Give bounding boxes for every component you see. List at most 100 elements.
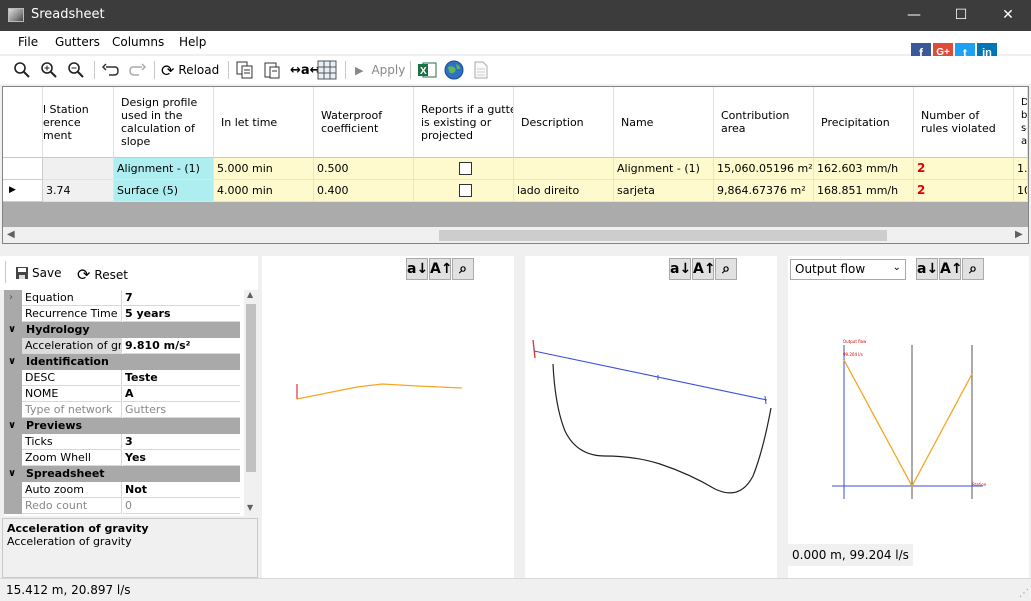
column-header-station[interactable]: l Station erence ment	[43, 87, 114, 158]
apply-button: ▶ Apply	[355, 63, 406, 77]
cell-name[interactable]: Alignment - (1)	[614, 158, 714, 180]
row-header-current[interactable]: ▶	[3, 180, 43, 202]
swap-columns-icon[interactable]: ↔a↔	[290, 59, 321, 81]
cell-inlet[interactable]: 5.000 min	[214, 158, 314, 180]
zoom-out-icon[interactable]	[67, 59, 85, 81]
column-header-waterproof[interactable]: Waterproof coefficient	[314, 87, 414, 158]
document-icon[interactable]	[473, 59, 489, 81]
column-header-contribution-area[interactable]: Contribution area	[714, 87, 814, 158]
resize-grip-icon[interactable]: ⋰	[1019, 588, 1029, 599]
cell-area[interactable]: 9,864.67376 m²	[714, 180, 814, 202]
category-spreadsheet[interactable]: ∨ Spreadsheet	[4, 466, 240, 482]
category-previews[interactable]: ∨ Previews	[4, 418, 240, 434]
scroll-left-icon[interactable]: ◀	[7, 229, 15, 240]
cell-coefficient[interactable]: 0.500	[314, 158, 414, 180]
table-row[interactable]: ▶ 3.74 Surface (5) 4.000 min 0.400 lado …	[3, 180, 1028, 202]
cell-existing[interactable]	[414, 158, 514, 180]
help-text: Acceleration of gravity	[7, 535, 132, 548]
property-row-desc[interactable]: DESC Teste	[4, 370, 240, 386]
property-row-recurrence[interactable]: Recurrence Time 5 years	[4, 306, 240, 322]
copy-icon[interactable]	[236, 59, 254, 81]
close-button[interactable]: ✕	[985, 0, 1031, 31]
menu-bar: File Gutters Columns Help	[0, 31, 1031, 54]
minimize-button[interactable]: —	[891, 0, 937, 31]
cell-area[interactable]: 15,060.05196 m²	[714, 158, 814, 180]
undo-icon[interactable]	[101, 59, 119, 81]
cell-extra[interactable]: 10	[1014, 180, 1028, 202]
column-header-rules-violated[interactable]: Number of rules violated	[914, 87, 1014, 158]
property-row-equation[interactable]: › Equation 7	[4, 290, 240, 306]
cell-existing[interactable]	[414, 180, 514, 202]
scrollbar-thumb[interactable]	[439, 230, 887, 241]
column-header-extra[interactable]: D be se ar	[1014, 87, 1028, 158]
column-header-design-profile[interactable]: Design profile used in the calculation o…	[114, 87, 214, 158]
paste-icon[interactable]	[263, 59, 281, 81]
category-hydrology[interactable]: ∨ Hydrology	[4, 322, 240, 338]
menu-help[interactable]: Help	[179, 35, 206, 49]
existing-checkbox[interactable]	[458, 184, 472, 197]
cell-station[interactable]: 3.74	[43, 180, 114, 202]
cell-extra[interactable]: 1.0	[1014, 158, 1028, 180]
menu-gutters[interactable]: Gutters	[55, 35, 100, 49]
maximize-button[interactable]: ☐	[938, 0, 984, 31]
scroll-up-icon[interactable]: ▲	[247, 290, 253, 299]
property-row-auto-zoom[interactable]: Auto zoom Not	[4, 482, 240, 498]
property-grid: › Equation 7 Recurrence Time 5 years ∨ H…	[4, 290, 258, 516]
property-row-ticks[interactable]: Ticks 3	[4, 434, 240, 450]
existing-checkbox[interactable]	[458, 162, 472, 175]
category-identification[interactable]: ∨ Identification	[4, 354, 240, 370]
collapse-icon[interactable]: ∨	[8, 354, 16, 369]
preview-plan[interactable]: a↓ A↑ ⌕	[262, 256, 514, 578]
column-header-precipitation[interactable]: Precipitation	[814, 87, 914, 158]
grid-header: l Station erence ment Design profile use…	[3, 87, 1028, 158]
table-row[interactable]: Alignment - (1) 5.000 min 0.500 Alignmen…	[3, 158, 1028, 180]
plan-drawing	[296, 383, 463, 400]
property-row-nome[interactable]: NOME A	[4, 386, 240, 402]
status-text: 15.412 m, 20.897 l/s	[6, 583, 131, 597]
zoom-icon[interactable]	[13, 59, 31, 81]
toolbar: ⟳ Reload ↔a↔ ▶ Apply X	[0, 56, 1031, 84]
scrollbar-thumb[interactable]	[246, 304, 256, 472]
property-row-redo-count[interactable]: Redo count 0	[4, 498, 240, 514]
cell-description[interactable]	[514, 158, 614, 180]
cell-violated[interactable]: 2	[914, 158, 1014, 180]
cell-profile[interactable]: Surface (5)	[114, 180, 214, 202]
flow-readout: 0.000 m, 99.204 l/s	[788, 544, 913, 566]
collapse-icon[interactable]: ∨	[8, 322, 16, 337]
collapse-icon[interactable]: ∨	[8, 418, 16, 433]
scroll-down-icon[interactable]: ▼	[247, 503, 253, 512]
menu-file[interactable]: File	[18, 35, 38, 49]
column-header-existing[interactable]: Reports if a gutter is existing or proje…	[414, 87, 514, 158]
preview-flow[interactable]: Output flow ⌄ a↓ A↑ ⌕ Output flow 99.204…	[788, 256, 1029, 578]
cell-coefficient[interactable]: 0.400	[314, 180, 414, 202]
grid-icon[interactable]	[317, 59, 337, 81]
property-row-network-type[interactable]: Type of network Gutters	[4, 402, 240, 418]
row-header[interactable]	[3, 158, 43, 180]
cell-profile[interactable]: Alignment - (1)	[114, 158, 214, 180]
save-button[interactable]: Save	[15, 266, 61, 280]
property-row-zoom-wheel[interactable]: Zoom Whell Yes	[4, 450, 240, 466]
reset-button[interactable]: ⟳ Reset	[77, 265, 128, 284]
scroll-right-icon[interactable]: ▶	[1015, 229, 1023, 240]
reload-button[interactable]: ⟳ Reload	[161, 59, 219, 81]
cell-violated[interactable]: 2	[914, 180, 1014, 202]
collapse-icon[interactable]: ∨	[8, 466, 16, 481]
property-grid-scrollbar[interactable]: ▲ ▼	[244, 290, 258, 516]
cell-inlet[interactable]: 4.000 min	[214, 180, 314, 202]
cell-description[interactable]: lado direito	[514, 180, 614, 202]
excel-icon[interactable]: X	[417, 59, 437, 81]
column-header-description[interactable]: Description	[514, 87, 614, 158]
globe-icon[interactable]	[444, 59, 464, 81]
column-header-name[interactable]: Name	[614, 87, 714, 158]
horizontal-scrollbar[interactable]: ◀ ▶	[3, 227, 1028, 243]
menu-columns[interactable]: Columns	[112, 35, 164, 49]
cell-name[interactable]: sarjeta	[614, 180, 714, 202]
properties-panel: Save ⟳ Reset › Equation 7 Recurrence Tim…	[0, 256, 260, 578]
preview-section[interactable]: a↓ A↑ ⌕	[525, 256, 777, 578]
property-row-gravity[interactable]: Acceleration of gra 9.810 m/s²	[4, 338, 240, 354]
cell-precipitation[interactable]: 168.851 mm/h	[814, 180, 914, 202]
cell-station[interactable]	[43, 158, 114, 180]
column-header-inlet-time[interactable]: In let time	[214, 87, 314, 158]
zoom-in-icon[interactable]	[40, 59, 58, 81]
cell-precipitation[interactable]: 162.603 mm/h	[814, 158, 914, 180]
